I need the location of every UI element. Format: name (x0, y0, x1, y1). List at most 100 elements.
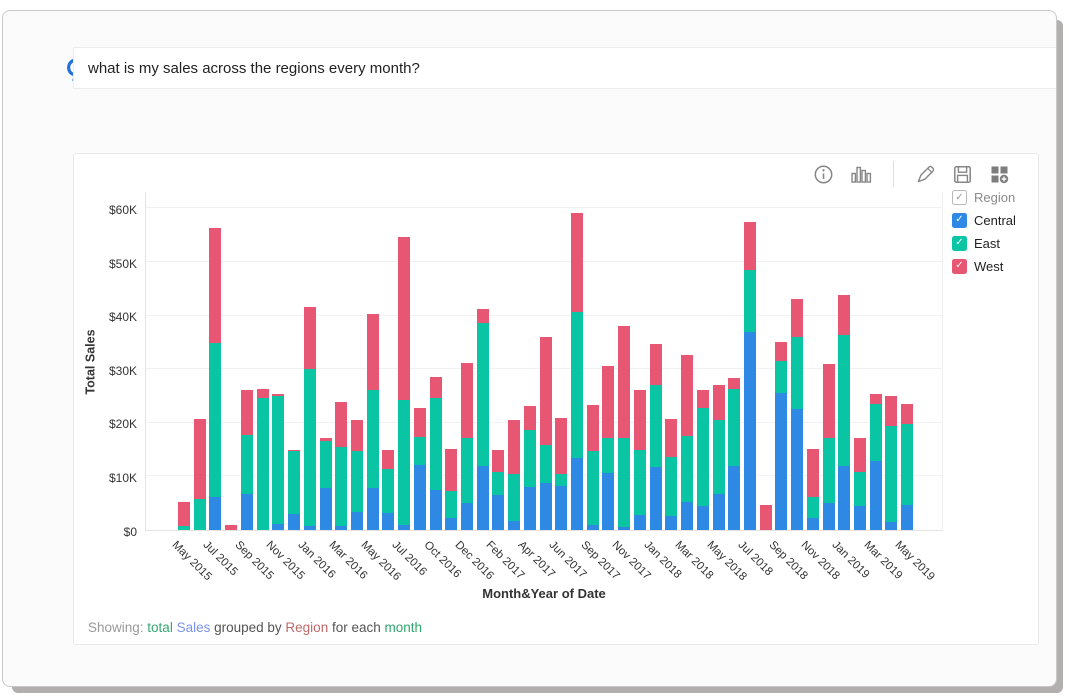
bar-segment-east[interactable] (822, 438, 835, 504)
bar-segment-central[interactable] (791, 409, 804, 530)
bar-segment-central[interactable] (681, 501, 693, 530)
bar-segment-east[interactable] (649, 385, 662, 467)
stacked-bar-apr-2016[interactable] (350, 192, 363, 530)
bar-segment-west[interactable] (681, 354, 693, 437)
bar-segment-west[interactable] (885, 395, 898, 426)
bar-segment-central[interactable] (319, 487, 332, 530)
summary-token[interactable]: total (147, 620, 176, 635)
stacked-bar-feb-2017[interactable] (492, 192, 505, 530)
bar-segment-west[interactable] (476, 308, 489, 324)
bar-segment-west[interactable] (869, 393, 882, 405)
bar-segment-east[interactable] (728, 388, 741, 467)
stacked-bar-may-2016[interactable] (366, 192, 379, 530)
summary-token[interactable]: month (385, 620, 423, 635)
bar-segment-west[interactable] (901, 403, 914, 425)
bar-segment-east[interactable] (775, 360, 788, 394)
bar-segment-central[interactable] (743, 331, 756, 530)
stacked-bar-apr-2019[interactable] (885, 192, 898, 530)
bar-segment-central[interactable] (806, 518, 819, 530)
bar-segment-east[interactable] (209, 343, 222, 497)
bar-segment-west[interactable] (759, 504, 772, 530)
bar-segment-central[interactable] (429, 489, 442, 530)
stacked-bar-jan-2018[interactable] (649, 192, 662, 530)
bar-segment-west[interactable] (240, 390, 253, 435)
bar-segment-east[interactable] (602, 438, 615, 473)
bar-segment-central[interactable] (633, 514, 646, 530)
bar-segment-east[interactable] (461, 438, 473, 504)
bar-segment-east[interactable] (366, 390, 379, 489)
bar-segment-west[interactable] (649, 343, 662, 386)
stacked-bar-feb-2018[interactable] (665, 192, 678, 530)
stacked-bar-jul-2018[interactable] (743, 192, 756, 530)
bar-segment-central[interactable] (665, 516, 678, 530)
bar-segment-east[interactable] (885, 425, 898, 522)
bar-segment-east[interactable] (854, 471, 866, 507)
bar-segment-west[interactable] (571, 213, 583, 312)
stacked-bar-jan-2017[interactable] (476, 192, 489, 530)
bar-segment-east[interactable] (178, 526, 190, 530)
bar-segment-central[interactable] (649, 466, 662, 530)
bar-segment-west[interactable] (665, 419, 678, 457)
bar-segment-east[interactable] (633, 449, 646, 515)
bar-segment-central[interactable] (838, 466, 851, 530)
stacked-bar-nov-2016[interactable] (445, 192, 458, 530)
bar-segment-east[interactable] (555, 473, 568, 486)
bar-segment-central[interactable] (288, 513, 300, 530)
bar-segment-west[interactable] (382, 449, 395, 470)
bar-segment-central[interactable] (476, 466, 489, 530)
stacked-bar-may-2015[interactable] (178, 192, 190, 530)
stacked-bar-jan-2016[interactable] (303, 192, 316, 530)
bar-segment-east[interactable] (429, 398, 442, 490)
stacked-bar-jun-2016[interactable] (382, 192, 395, 530)
bar-segment-east[interactable] (382, 469, 395, 514)
bar-segment-east[interactable] (571, 311, 583, 459)
bar-segment-west[interactable] (398, 237, 411, 400)
bar-segment-east[interactable] (288, 450, 300, 514)
bar-segment-central[interactable] (240, 493, 253, 530)
bar-segment-east[interactable] (681, 436, 693, 502)
stacked-bar-sep-2018[interactable] (775, 192, 788, 530)
bar-segment-east[interactable] (303, 369, 316, 526)
bar-segment-west[interactable] (335, 402, 348, 447)
stacked-bar-jul-2015[interactable] (209, 192, 222, 530)
bar-segment-central[interactable] (618, 527, 631, 530)
stacked-bar-may-2018[interactable] (712, 192, 725, 530)
bar-segment-central[interactable] (461, 503, 473, 530)
bar-segment-east[interactable] (476, 323, 489, 467)
legend-item-central[interactable]: ✓ Central (952, 213, 1038, 228)
bar-segment-central[interactable] (728, 466, 741, 530)
bar-segment-east[interactable] (335, 446, 348, 527)
bar-segment-west[interactable] (429, 377, 442, 399)
bar-segment-east[interactable] (743, 270, 756, 332)
bar-segment-east[interactable] (806, 496, 819, 519)
stacked-bar-oct-2016[interactable] (429, 192, 442, 530)
bar-segment-west[interactable] (350, 420, 363, 452)
stacked-bar-feb-2016[interactable] (319, 192, 332, 530)
bar-segment-east[interactable] (508, 474, 521, 522)
bar-segment-central[interactable] (508, 521, 521, 530)
stacked-bar-mar-2017[interactable] (508, 192, 521, 530)
bar-segment-west[interactable] (539, 336, 552, 446)
bar-segment-east[interactable] (523, 430, 536, 488)
bar-segment-east[interactable] (492, 472, 505, 495)
bar-segment-central[interactable] (854, 506, 866, 530)
stacked-bar-mar-2018[interactable] (681, 192, 693, 530)
bar-segment-west[interactable] (303, 307, 316, 370)
edit-pencil-icon[interactable] (915, 164, 936, 185)
stacked-bar-oct-2017[interactable] (602, 192, 615, 530)
bar-segment-west[interactable] (806, 448, 819, 497)
bar-segment-west[interactable] (775, 341, 788, 361)
bar-segment-east[interactable] (256, 397, 269, 530)
stacked-bar-aug-2016[interactable] (413, 192, 426, 530)
query-input[interactable] (73, 47, 1056, 89)
bar-segment-west[interactable] (461, 363, 473, 439)
checkbox-icon[interactable]: ✓ (952, 259, 967, 274)
add-to-dashboard-icon[interactable] (989, 164, 1010, 185)
bar-segment-west[interactable] (209, 227, 222, 344)
stacked-bar-jun-2015[interactable] (193, 192, 206, 530)
bar-segment-west[interactable] (366, 314, 379, 391)
stacked-bar-jan-2019[interactable] (838, 192, 851, 530)
bar-segment-east[interactable] (413, 436, 426, 465)
bar-segment-central[interactable] (822, 503, 835, 530)
bar-segment-west[interactable] (193, 418, 206, 500)
